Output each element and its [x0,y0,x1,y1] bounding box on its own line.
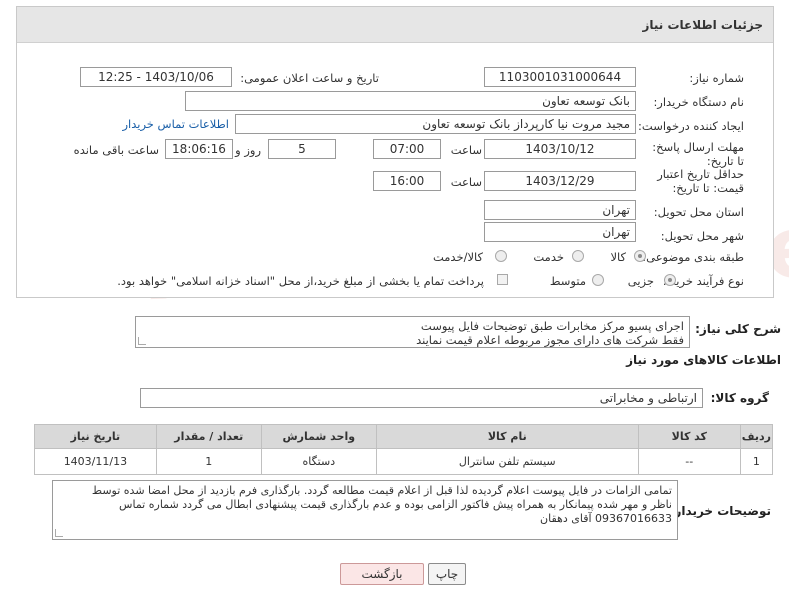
goods-group-label: گروه کالا: [710,391,769,405]
days-remaining-field[interactable]: 5 [268,139,336,159]
cell-name: سیستم تلفن سانترال [375,448,639,475]
treasury-payment-checkbox[interactable] [497,274,508,285]
col-date-header: تاریخ نیاز [34,424,157,449]
cell-code: -- [637,448,741,475]
col-row-header: ردیف [739,424,774,449]
validity-time-field[interactable]: 16:00 [373,171,441,191]
remaining-time-field[interactable]: 18:06:16 [165,139,233,159]
deadline-date-field[interactable]: 1403/10/12 [484,139,636,159]
goods-group-field[interactable]: ارتباطی و مخابراتی [140,388,703,408]
validity-date-field[interactable]: 1403/12/29 [484,171,636,191]
province-label: استان محل تحویل: [653,205,744,219]
back-button[interactable]: بازگشت [340,563,424,585]
category-goods-radio[interactable] [634,250,646,262]
resize-grip-icon[interactable] [138,337,146,345]
buyer-notes-textarea[interactable]: تمامی الزامات در فایل پیوست اعلام گردیده… [52,480,678,540]
col-name-header: نام کالا [375,424,639,449]
need-description-line: فقط شرکت های دارای مجوز مربوطه اعلام قیم… [416,333,684,347]
category-label: طبقه بندی موضوعی: [642,250,744,264]
buyer-org-field[interactable]: بانک توسعه تعاون [185,91,636,111]
col-unit-header: واحد شمارش [260,424,377,449]
process-minor-radio[interactable] [664,274,676,286]
deadline-time-label: ساعت [450,143,482,157]
panel-title: جزئیات اطلاعات نیاز [17,7,773,43]
creator-label: ایجاد کننده درخواست: [638,119,744,133]
city-field[interactable]: تهران [484,222,636,242]
buyer-notes-line: 09367016633 آقای دهقان [540,512,672,525]
category-service-radio[interactable] [572,250,584,262]
process-minor-label: جزیی [627,274,654,288]
buyer-contact-link[interactable]: اطلاعات تماس خریدار [122,117,229,131]
table-row: 1 -- سیستم تلفن سانترال دستگاه 1 1403/11… [34,448,774,475]
cell-qty: 1 [155,448,262,475]
cell-unit: دستگاه [260,448,377,475]
need-description-textarea[interactable]: اجرای پسیو مرکز مخابرات طبق توضیحات فایل… [135,316,690,348]
remaining-time-label: ساعت باقی مانده [73,143,159,157]
buyer-notes-label: توضیحات خریدار: [669,504,771,518]
category-goods-label: کالا [610,250,626,264]
buyer-notes-line: تمامی الزامات در فایل پیوست اعلام گردیده… [91,484,672,497]
buyer-org-label: نام دستگاه خریدار: [653,95,744,109]
category-goods-service-radio[interactable] [495,250,507,262]
price-validity-label: حداقل تاریخ اعتبار قیمت: تا تاریخ: [657,167,744,195]
province-field[interactable]: تهران [484,200,636,220]
process-medium-radio[interactable] [592,274,604,286]
process-medium-label: متوسط [549,274,586,288]
category-service-label: خدمت [533,250,564,264]
print-button[interactable]: چاپ [428,563,466,585]
goods-info-title: اطلاعات کالاهای مورد نیاز [626,353,781,367]
col-qty-header: تعداد / مقدار [155,424,262,449]
treasury-payment-note: پرداخت تمام یا بخشی از مبلغ خرید،از محل … [117,274,484,288]
announce-date-label: تاریخ و ساعت اعلان عمومی: [240,71,379,85]
table-header-row: ردیف کد کالا نام کالا واحد شمارش تعداد /… [34,424,774,449]
need-number-label: شماره نیاز: [689,71,744,85]
announce-date-field[interactable]: 1403/10/06 - 12:25 [80,67,232,87]
resize-grip-icon[interactable] [55,529,63,537]
deadline-time-field[interactable]: 07:00 [373,139,441,159]
col-code-header: کد کالا [637,424,741,449]
need-description-line: اجرای پسیو مرکز مخابرات طبق توضیحات فایل… [420,319,684,333]
cell-row: 1 [739,448,774,475]
need-number-field[interactable]: 1103001031000644 [484,67,636,87]
days-label: روز و [235,143,261,157]
creator-field[interactable]: مجید مروت نیا کارپرداز بانک توسعه تعاون [235,114,636,134]
city-label: شهر محل تحویل: [660,229,744,243]
validity-time-label: ساعت [450,175,482,189]
buyer-notes-line: ناظر و مهر شده پیمانکار به همراه پیش فاک… [119,498,672,511]
category-goods-service-label: کالا/خدمت [432,250,483,264]
cell-date: 1403/11/13 [34,448,157,475]
goods-table: ردیف کد کالا نام کالا واحد شمارش تعداد /… [34,424,774,475]
need-description-label: شرح کلی نیاز: [695,322,781,336]
deadline-label: مهلت ارسال پاسخ: تا تاریخ: [652,140,744,168]
